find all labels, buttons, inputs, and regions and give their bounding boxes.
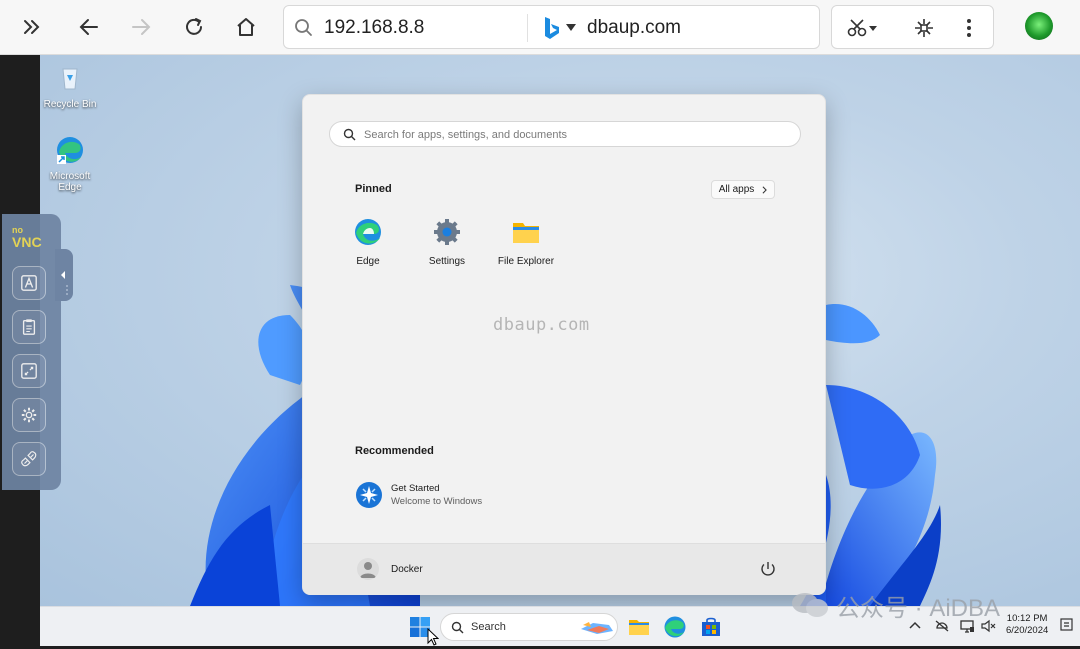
- keyboard-icon: [21, 275, 37, 291]
- browser-toolbar: 192.168.8.8 dbaup.com: [0, 0, 1080, 55]
- settings-button[interactable]: [12, 398, 46, 432]
- pinned-app-label: Settings: [428, 256, 466, 267]
- file-explorer-icon[interactable]: [627, 615, 651, 639]
- pinned-app-settings[interactable]: Settings: [412, 217, 482, 267]
- all-apps-button[interactable]: All apps: [711, 180, 775, 199]
- novnc-logo-vnc: VNC: [12, 234, 42, 250]
- desktop-icon-label: Microsoft Edge: [49, 171, 91, 193]
- pinned-app-label: File Explorer: [497, 256, 555, 267]
- recommended-title: Recommended: [355, 445, 434, 457]
- extension-icon: [915, 19, 933, 37]
- start-search-input[interactable]: [364, 126, 784, 143]
- fullscreen-icon: [21, 363, 37, 379]
- recycle-bin-icon: [62, 68, 78, 90]
- search-icon: [451, 621, 464, 634]
- get-started-icon: [356, 482, 382, 508]
- bing-icon[interactable]: [542, 15, 562, 41]
- watermark-overlay: 公众号 · AiDBA: [790, 590, 1001, 622]
- search-engine-name[interactable]: dbaup.com: [587, 17, 681, 39]
- power-icon[interactable]: [759, 560, 777, 578]
- scissors-button[interactable]: [842, 14, 882, 42]
- recommended-item[interactable]: Get Started Welcome to Windows: [355, 479, 555, 511]
- settings-icon: [434, 219, 460, 245]
- notification-icon[interactable]: [1059, 617, 1075, 633]
- search-icon: [295, 19, 312, 36]
- scissors-icon: [847, 19, 877, 37]
- chevron-down-icon[interactable]: [566, 24, 576, 32]
- fullscreen-button[interactable]: [12, 354, 46, 388]
- user-icon: [360, 562, 376, 578]
- chevron-right-icon: [762, 185, 768, 194]
- url-text[interactable]: 192.168.8.8: [324, 17, 469, 39]
- double-chevron-right-icon[interactable]: [14, 9, 50, 45]
- start-menu-footer: Docker: [303, 543, 825, 595]
- tools-group: [831, 5, 994, 49]
- extension-button[interactable]: [910, 14, 938, 42]
- disconnect-button[interactable]: [12, 442, 46, 476]
- more-button[interactable]: [955, 14, 983, 42]
- start-search-box[interactable]: [329, 121, 801, 147]
- novnc-control-bar: no VNC: [2, 214, 61, 490]
- pinned-app-edge[interactable]: Edge: [333, 217, 403, 267]
- wechat-icon: [792, 593, 828, 617]
- forward-arrow-icon: [132, 19, 151, 35]
- pinned-title: Pinned: [355, 183, 392, 195]
- forward-button[interactable]: [123, 9, 159, 45]
- disconnect-icon: [21, 451, 37, 467]
- store-icon[interactable]: [699, 615, 723, 639]
- center-watermark: dbaup.com: [493, 315, 590, 335]
- file-explorer-icon: [513, 223, 539, 243]
- keyboard-button[interactable]: [12, 266, 46, 300]
- back-button[interactable]: [71, 9, 107, 45]
- novnc-logo: no VNC: [12, 224, 42, 249]
- mouse-cursor-icon: [427, 628, 439, 646]
- user-name[interactable]: Docker: [391, 564, 423, 575]
- user-avatar[interactable]: [357, 558, 379, 580]
- edge-icon: [355, 219, 381, 245]
- clipboard-button[interactable]: [12, 310, 46, 344]
- profile-avatar-icon[interactable]: [1025, 12, 1053, 40]
- novnc-bar-handle[interactable]: [55, 249, 73, 301]
- home-icon: [237, 18, 255, 36]
- taskbar-clock[interactable]: 10:12 PM 6/20/2024: [1006, 613, 1048, 637]
- search-highlight-icon: [581, 622, 613, 634]
- desktop-icon-recycle-bin[interactable]: Recycle Bin: [40, 63, 102, 110]
- settings-icon: [21, 407, 37, 423]
- reload-icon: [186, 18, 202, 35]
- taskbar-search[interactable]: Search: [440, 613, 618, 641]
- edge-icon[interactable]: [663, 615, 687, 639]
- desktop-icon-label: Recycle Bin: [43, 99, 97, 110]
- edge-icon: [57, 137, 83, 164]
- clock-date: 6/20/2024: [1006, 625, 1049, 636]
- pinned-app-label: Edge: [356, 256, 380, 267]
- divider: [527, 14, 528, 42]
- reload-button[interactable]: [176, 9, 212, 45]
- search-icon: [343, 128, 356, 141]
- all-apps-label: All apps: [718, 184, 755, 195]
- clipboard-icon: [22, 319, 36, 335]
- pinned-app-file-explorer[interactable]: File Explorer: [491, 217, 561, 267]
- handle-arrow-icon: [61, 271, 68, 295]
- recommended-item-subtitle: Welcome to Windows: [391, 496, 483, 507]
- watermark-text: 公众号 · AiDBA: [836, 594, 1001, 622]
- back-arrow-icon: [79, 19, 98, 35]
- address-bar[interactable]: 192.168.8.8 dbaup.com: [283, 5, 820, 49]
- taskbar-search-label: Search: [471, 621, 506, 633]
- start-menu: Pinned All apps Edge Settings File Explo…: [302, 94, 826, 595]
- more-vert-icon: [967, 19, 971, 37]
- home-button[interactable]: [228, 9, 264, 45]
- recommended-item-title: Get Started: [391, 483, 440, 494]
- desktop-icon-edge[interactable]: Microsoft Edge: [40, 135, 102, 193]
- clock-time: 10:12 PM: [1006, 613, 1048, 624]
